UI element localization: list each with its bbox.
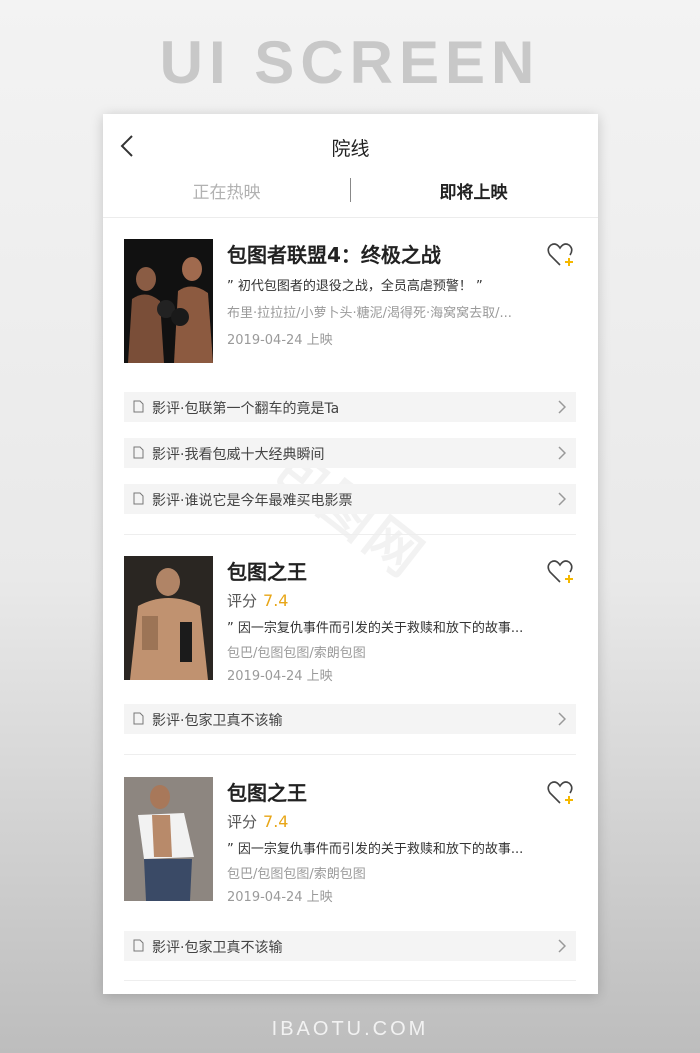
chevron-right-icon (558, 712, 566, 726)
movie-rating: 评分 7.4 (227, 590, 576, 611)
movie-cast: 包巴/包图包图/索朗包图 (227, 646, 366, 661)
tab-bar: 正在热映 即将上映 (103, 174, 598, 218)
favorite-add-icon[interactable] (546, 779, 576, 807)
chevron-right-icon (558, 939, 566, 953)
footer-brand: IBAOTU.COM (271, 1018, 429, 1040)
movie-poster[interactable] (124, 239, 213, 363)
movie-quote: ” 初代包图者的退役之战，全员高虐预警！ ” (227, 279, 483, 294)
movie-title[interactable]: 包图者联盟4：终极之战 (227, 239, 576, 269)
movie-quote: ” 因一宗复仇事件而引发的关于救赎和放下的故事... (227, 621, 524, 636)
movie-quote: ” 因一宗复仇事件而引发的关于救赎和放下的故事... (227, 842, 524, 857)
rating-label: 评分 (227, 813, 258, 831)
phone-screen: 包图网 院线 正在热映 即将上映 包图者联盟4：终极之战 (103, 114, 598, 994)
document-icon (133, 939, 144, 952)
tab-now-showing[interactable]: 正在热映 (103, 178, 350, 203)
favorite-add-icon[interactable] (546, 241, 576, 269)
movie-card[interactable]: 包图之王 评分 7.4 ” 因一宗复仇事件而引发的关于救赎和放下的故事... 包巴… (124, 556, 576, 684)
nav-bar: 院线 (103, 114, 598, 174)
movie-title[interactable]: 包图之王 (227, 556, 576, 586)
rating-label: 评分 (227, 592, 258, 610)
review-link[interactable]: 影评·包联第一个翻车的竟是Ta (124, 392, 576, 422)
movie-title[interactable]: 包图之王 (227, 777, 576, 807)
tab-coming-soon[interactable]: 即将上映 (350, 178, 597, 203)
chevron-right-icon (558, 492, 566, 506)
movie-rating: 评分 7.4 (227, 811, 576, 832)
movie-release-date: 2019-04-24 上映 (227, 890, 333, 905)
rating-value: 7.4 (263, 591, 289, 610)
document-icon (133, 400, 144, 413)
review-title: 影评·包家卫真不该输 (152, 940, 283, 956)
review-title: 影评·我看包威十大经典瞬间 (152, 447, 325, 463)
movie-poster[interactable] (124, 556, 213, 680)
review-link[interactable]: 影评·我看包威十大经典瞬间 (124, 438, 576, 468)
review-title: 影评·包联第一个翻车的竟是Ta (152, 401, 340, 417)
movie-card[interactable]: 包图者联盟4：终极之战 ” 初代包图者的退役之战，全员高虐预警！ ” 布里·拉拉… (124, 239, 576, 363)
rating-value: 7.4 (263, 812, 289, 831)
favorite-add-icon[interactable] (546, 558, 576, 586)
movie-cast: 布里·拉拉拉/小萝卜头·糖泥/渴得死·海窝窝去取/... (227, 306, 512, 321)
review-link[interactable]: 影评·包家卫真不该输 (124, 931, 576, 961)
movie-poster[interactable] (124, 777, 213, 901)
divider (124, 754, 576, 755)
review-link[interactable]: 影评·包家卫真不该输 (124, 704, 576, 734)
movie-release-date: 2019-04-24 上映 (227, 333, 333, 348)
document-icon (133, 492, 144, 505)
divider (124, 534, 576, 535)
hero-title: UI SCREEN (159, 29, 541, 96)
chevron-right-icon (558, 446, 566, 460)
review-title: 影评·谁说它是今年最难买电影票 (152, 493, 353, 509)
movie-card[interactable]: 包图之王 评分 7.4 ” 因一宗复仇事件而引发的关于救赎和放下的故事... 包巴… (124, 777, 576, 905)
movie-release-date: 2019-04-24 上映 (227, 669, 333, 684)
chevron-right-icon (558, 400, 566, 414)
divider (124, 980, 576, 981)
document-icon (133, 712, 144, 725)
page-title: 院线 (331, 138, 370, 160)
review-title: 影评·包家卫真不该输 (152, 713, 283, 729)
movie-cast: 包巴/包图包图/索朗包图 (227, 867, 366, 882)
document-icon (133, 446, 144, 459)
review-link[interactable]: 影评·谁说它是今年最难买电影票 (124, 484, 576, 514)
